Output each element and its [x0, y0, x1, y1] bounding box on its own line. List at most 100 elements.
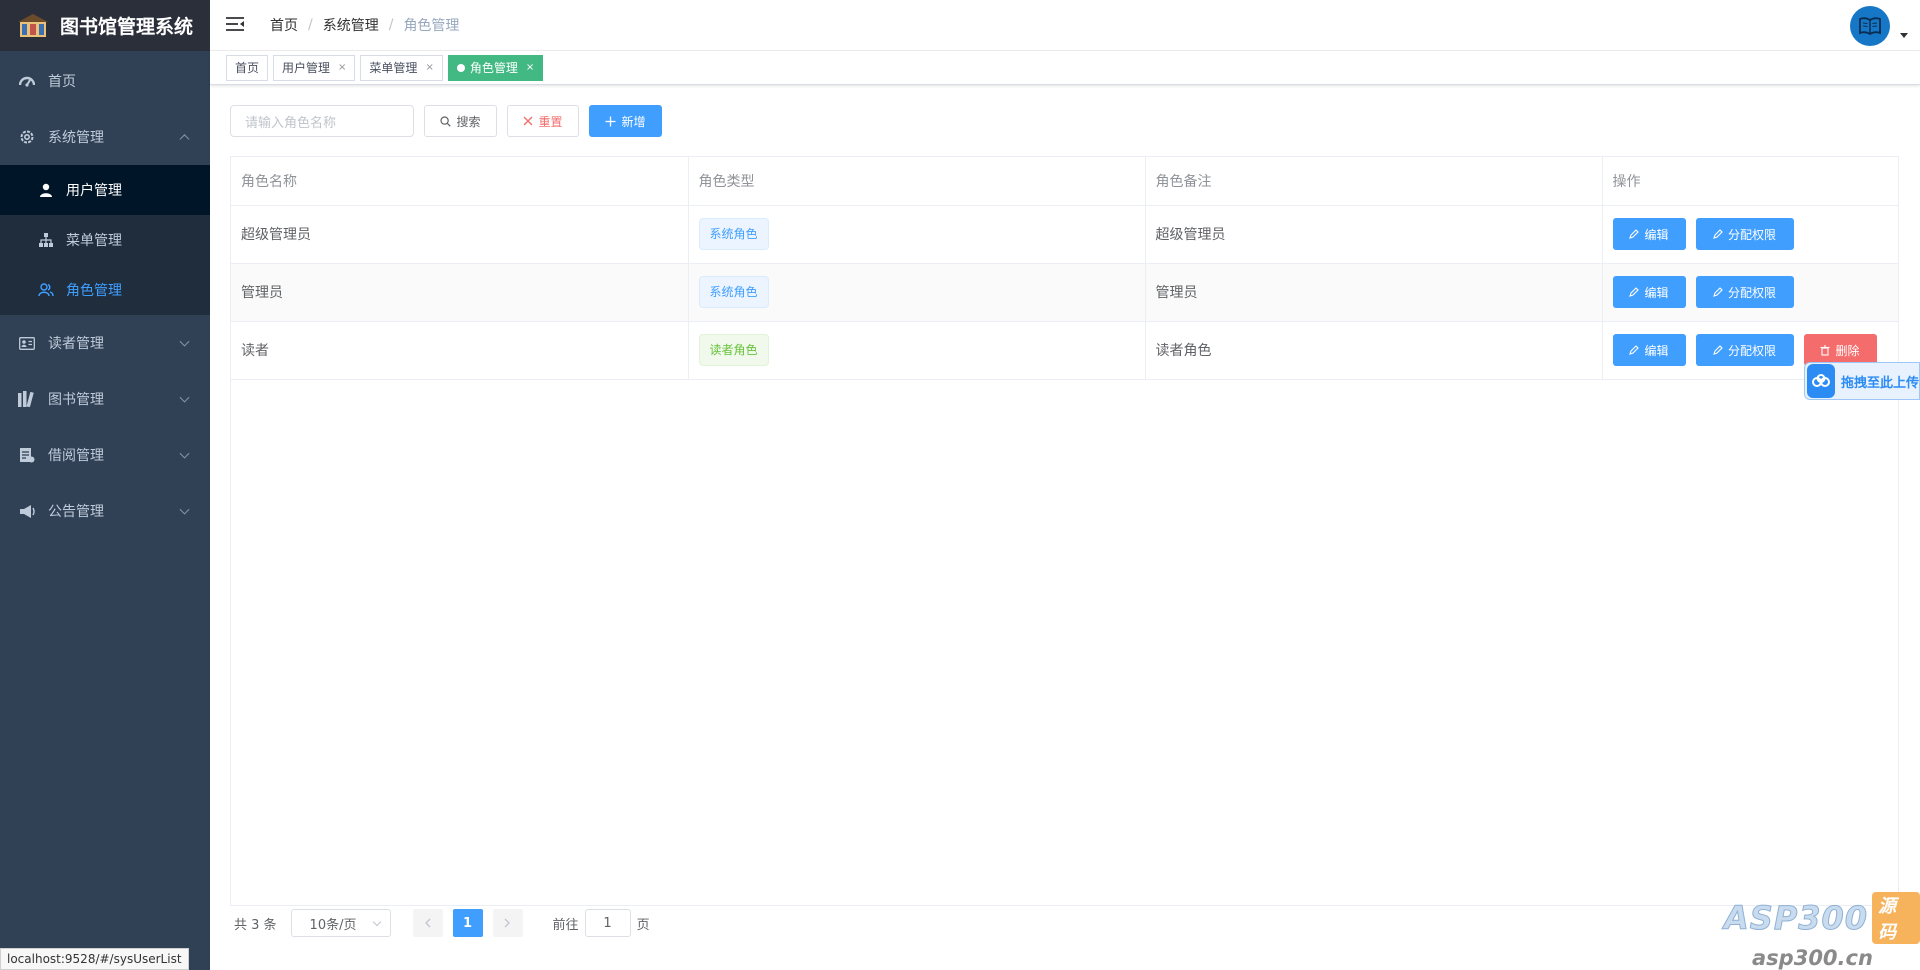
close-icon — [523, 116, 533, 126]
edit-icon — [1713, 229, 1723, 239]
breadcrumb: 首页 / 系统管理 / 角色管理 — [270, 15, 459, 35]
sidebar-item-users[interactable]: 用户管理 — [0, 165, 210, 215]
peoples-icon — [38, 282, 54, 298]
breadcrumb-separator: / — [308, 17, 313, 33]
close-icon[interactable]: × — [526, 62, 534, 73]
chevron-left-icon — [425, 918, 431, 928]
edit-button[interactable]: 编辑 — [1612, 276, 1686, 308]
cloud-upload-icon — [1807, 364, 1835, 398]
breadcrumb-separator: / — [388, 17, 394, 33]
chevron-down-icon — [179, 392, 190, 403]
edit-button[interactable]: 编辑 — [1612, 218, 1686, 250]
tag-label: 用户管理 — [282, 61, 331, 75]
library-logo-icon — [18, 13, 48, 39]
sidebar-item-borrow[interactable]: 借阅管理 — [0, 427, 210, 483]
reset-button[interactable]: 重置 — [507, 105, 579, 137]
breadcrumb-home[interactable]: 首页 — [270, 15, 298, 35]
watermark-url: asp300.cn — [1752, 946, 1873, 970]
gear-icon — [18, 128, 36, 146]
edit-button[interactable]: 编辑 — [1612, 334, 1686, 366]
tag-users[interactable]: 用户管理 × — [273, 54, 356, 81]
next-page-button[interactable] — [492, 909, 523, 937]
chevron-up-icon — [179, 134, 190, 145]
role-name-search-input[interactable]: 请输入角色名称 — [230, 105, 414, 137]
roles-table: 角色名称 角色类型 角色备注 操作 超级管理员 系统角色 超级管理员 编辑 分配… — [230, 156, 1899, 906]
close-icon[interactable]: × — [338, 62, 346, 73]
cell-role-remark: 读者角色 — [1145, 321, 1603, 380]
sidebar-item-books[interactable]: 图书管理 — [0, 371, 210, 427]
cell-role-type: 读者角色 — [688, 321, 1146, 380]
chevron-down-icon — [372, 917, 381, 927]
goto-page-input[interactable]: 1 — [584, 909, 631, 937]
edit-button-label: 编辑 — [1644, 285, 1669, 300]
assign-permission-button[interactable]: 分配权限 — [1695, 218, 1794, 250]
prev-page-button[interactable] — [412, 909, 443, 937]
sidebar-item-label: 菜单管理 — [66, 233, 122, 249]
table-row: 超级管理员 系统角色 超级管理员 编辑 分配权限 — [231, 205, 1898, 264]
hamburger-icon[interactable] — [226, 17, 246, 33]
role-type-tag: 系统角色 — [698, 218, 769, 250]
tag-home[interactable]: 首页 — [226, 54, 269, 81]
chevron-down-icon — [179, 336, 190, 347]
sidebar-item-label: 首页 — [48, 74, 76, 90]
column-header-role-type: 角色类型 — [688, 157, 1146, 206]
tag-roles[interactable]: 角色管理 × — [447, 54, 544, 81]
drag-upload-label: 拖拽至此上传 — [1840, 375, 1919, 391]
sidebar-item-label: 借阅管理 — [48, 448, 104, 464]
goto-prefix: 前往 — [552, 917, 579, 933]
cell-role-name: 管理员 — [231, 263, 689, 322]
sidebar-item-readers[interactable]: 读者管理 — [0, 315, 210, 371]
column-header-role-name: 角色名称 — [231, 157, 689, 206]
books-icon — [18, 390, 36, 408]
delete-button-label: 删除 — [1835, 343, 1860, 358]
assign-permission-label: 分配权限 — [1727, 285, 1776, 300]
sidebar-item-notice[interactable]: 公告管理 — [0, 483, 210, 539]
assign-permission-button[interactable]: 分配权限 — [1695, 334, 1794, 366]
active-dot-icon — [456, 63, 465, 72]
pagination: 共 3 条 10条/页 1 前往 1 页 — [234, 909, 650, 937]
cell-role-name: 超级管理员 — [231, 205, 689, 264]
logo[interactable]: 图书馆管理系统 — [0, 0, 210, 51]
sidebar: 图书馆管理系统 首页 系统管理 用户管理 菜单管理 角色管理 读者管理 图书管理… — [0, 0, 210, 970]
assign-permission-button[interactable]: 分配权限 — [1695, 276, 1794, 308]
goto-suffix: 页 — [636, 917, 650, 933]
page-size-value: 10条/页 — [309, 917, 357, 933]
watermark-brand: ASP300 — [1723, 899, 1869, 938]
id-card-icon — [18, 334, 36, 352]
chevron-down-icon — [179, 448, 190, 459]
trash-icon — [1820, 344, 1830, 356]
column-header-actions: 操作 — [1602, 157, 1898, 206]
page-number-button[interactable]: 1 — [452, 909, 483, 937]
chevron-down-icon — [179, 504, 190, 515]
cell-role-type: 系统角色 — [688, 263, 1146, 322]
user-icon — [38, 182, 54, 198]
drag-upload-widget[interactable]: 拖拽至此上传 — [1804, 362, 1920, 400]
close-icon[interactable]: × — [425, 62, 433, 73]
plus-icon — [605, 116, 616, 127]
watermark: ASP300 源码 asp300.cn — [1723, 892, 1920, 970]
page-size-select[interactable]: 10条/页 — [290, 909, 391, 937]
dashboard-icon — [18, 72, 36, 90]
edit-button-label: 编辑 — [1644, 343, 1669, 358]
goto-page: 前往 1 页 — [553, 909, 650, 937]
total-count: 共 3 条 — [234, 917, 277, 933]
sidebar-item-menus[interactable]: 菜单管理 — [0, 215, 210, 265]
submenu-system: 用户管理 菜单管理 角色管理 — [0, 165, 210, 315]
tag-menus[interactable]: 菜单管理 × — [360, 54, 443, 81]
search-toolbar: 请输入角色名称 搜索 重置 新增 — [230, 105, 672, 137]
tag-label: 首页 — [235, 61, 260, 75]
search-icon — [440, 115, 452, 127]
edit-icon — [1713, 287, 1723, 297]
sidebar-item-system[interactable]: 系统管理 — [0, 109, 210, 165]
sidebar-item-roles[interactable]: 角色管理 — [0, 265, 210, 315]
add-button[interactable]: 新增 — [589, 105, 662, 137]
navbar: 首页 / 系统管理 / 角色管理 — [210, 0, 1920, 51]
search-button[interactable]: 搜索 — [424, 105, 497, 137]
assign-permission-label: 分配权限 — [1727, 227, 1776, 242]
avatar[interactable] — [1850, 6, 1890, 46]
breadcrumb-system[interactable]: 系统管理 — [323, 15, 379, 35]
sidebar-item-home[interactable]: 首页 — [0, 53, 210, 109]
caret-down-icon[interactable] — [1900, 33, 1908, 38]
browser-status-url: localhost:9528/#/sysUserList — [0, 948, 189, 970]
cell-role-remark: 管理员 — [1145, 263, 1603, 322]
